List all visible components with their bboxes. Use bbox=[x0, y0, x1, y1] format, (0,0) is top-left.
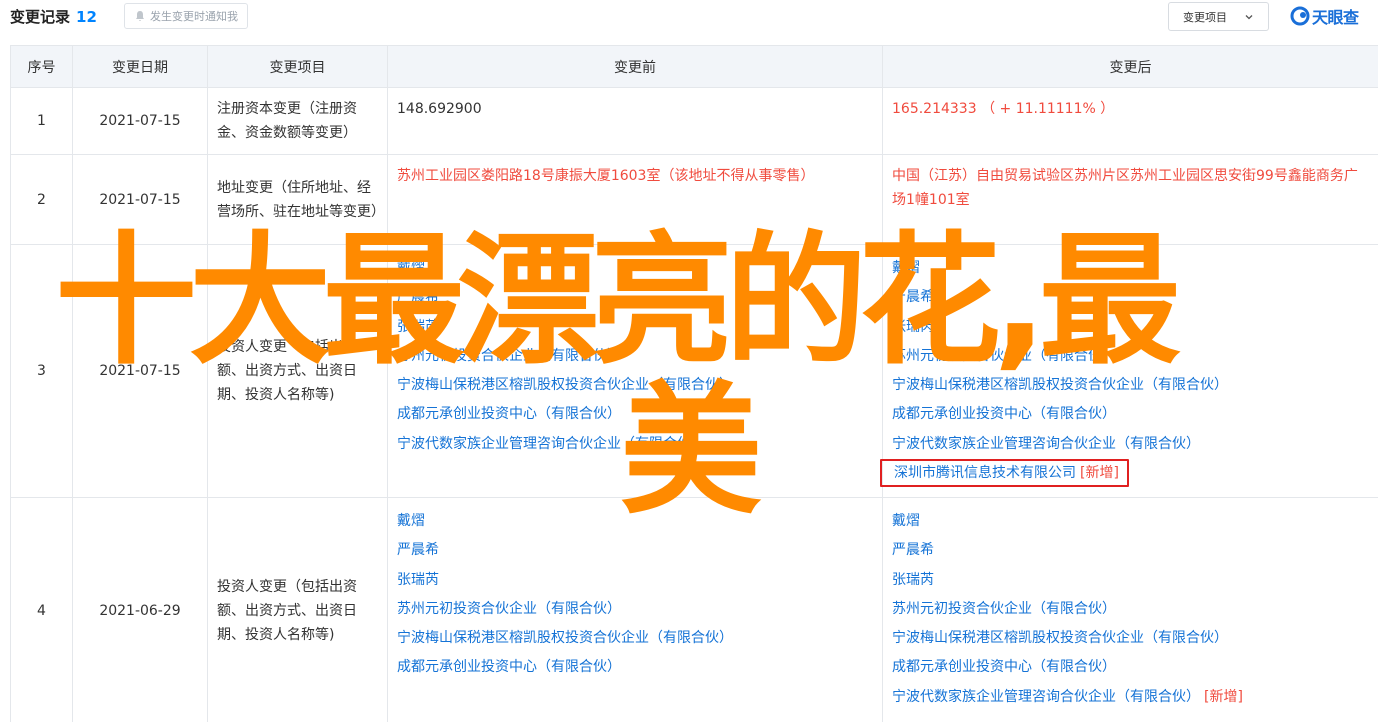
chevron-down-icon bbox=[1245, 15, 1253, 20]
investor-link[interactable]: 成都元承创业投资中心（有限合伙） bbox=[397, 653, 873, 682]
table-row: 3 2021-07-15 投资人变更（包括出资额、出资方式、出资日期、投资人名称… bbox=[10, 244, 1378, 498]
change-record-table: 序号 变更日期 变更项目 变更前 变更后 1 2021-07-15 注册资本变更… bbox=[10, 45, 1378, 722]
investor-link[interactable]: 戴熠 bbox=[397, 254, 873, 283]
investor-link[interactable]: 张瑞芮 bbox=[892, 313, 1369, 342]
record-count: 12 bbox=[76, 8, 97, 26]
row-after: 中国（江苏）自由贸易试验区苏州片区苏州工业园区思安街99号鑫能商务广场1幢101… bbox=[882, 154, 1378, 245]
bell-icon bbox=[136, 11, 144, 21]
table-row: 2 2021-07-15 地址变更（住所地址、经营场所、驻在地址等变更） 苏州工… bbox=[10, 154, 1378, 245]
investor-link[interactable]: 戴熠 bbox=[892, 507, 1369, 536]
investor-link[interactable]: 苏州元初投资合伙企业（有限合伙） bbox=[892, 595, 1369, 624]
highlight-box: 深圳市腾讯信息技术有限公司 [新增] bbox=[880, 459, 1129, 488]
investor-link[interactable]: 宁波梅山保税港区榕凯股权投资合伙企业（有限合伙） bbox=[397, 624, 873, 653]
investor-link[interactable]: 戴熠 bbox=[892, 254, 1369, 283]
row-index: 3 bbox=[10, 244, 73, 498]
investor-link[interactable]: 严晨希 bbox=[397, 283, 873, 312]
page-title-text: 变更记录 bbox=[10, 8, 71, 26]
column-header-after: 变更后 bbox=[882, 45, 1378, 88]
investor-link[interactable]: 戴熠 bbox=[397, 507, 873, 536]
select-label: 变更项目 bbox=[1183, 10, 1227, 24]
row-date: 2021-07-15 bbox=[72, 154, 208, 245]
row-before: 戴熠 严晨希 张瑞芮 苏州元初投资合伙企业（有限合伙） 宁波梅山保税港区榕凯股权… bbox=[387, 244, 883, 498]
notify-label: 发生变更时通知我 bbox=[150, 10, 238, 23]
investor-link[interactable]: 宁波代数家族企业管理咨询合伙企业（有限合伙） bbox=[892, 430, 1369, 459]
new-investor-link[interactable]: 宁波代数家族企业管理咨询合伙企业（有限合伙） bbox=[892, 689, 1200, 705]
column-header-before: 变更前 bbox=[387, 45, 883, 88]
brand-logo: 天眼查 bbox=[1290, 4, 1359, 28]
row-after: 戴熠 严晨希 张瑞芮 苏州元初投资合伙企业（有限合伙） 宁波梅山保税港区榕凯股权… bbox=[880, 244, 1378, 498]
row-item: 投资人变更（包括出资额、出资方式、出资日期、投资人名称等) bbox=[207, 244, 388, 498]
page-title: 变更记录 12 bbox=[10, 6, 97, 27]
investor-link[interactable]: 严晨希 bbox=[892, 283, 1369, 312]
investor-link[interactable]: 苏州元初投资合伙企业（有限合伙） bbox=[397, 595, 873, 624]
table-header-row: 序号 变更日期 变更项目 变更前 变更后 bbox=[10, 45, 1378, 88]
column-header-date: 变更日期 bbox=[72, 45, 208, 88]
row-item: 注册资本变更（注册资金、资金数额等变更） bbox=[207, 87, 388, 155]
tianyancha-logo-icon bbox=[1290, 6, 1310, 26]
investor-link[interactable]: 苏州元初投资合伙企业（有限合伙） bbox=[892, 342, 1369, 371]
change-item-select[interactable]: 变更项目 bbox=[1168, 2, 1269, 31]
notify-on-change-button[interactable]: 发生变更时通知我 bbox=[124, 3, 248, 29]
investor-link[interactable]: 张瑞芮 bbox=[397, 313, 873, 342]
row-item: 地址变更（住所地址、经营场所、驻在地址等变更） bbox=[207, 154, 388, 245]
header-bar: 变更记录 12 发生变更时通知我 变更项目 天眼查 bbox=[0, 0, 1378, 34]
investor-link[interactable]: 苏州元初投资合伙企业（有限合伙） bbox=[397, 342, 873, 371]
investor-link[interactable]: 宁波代数家族企业管理咨询合伙企业（有限合伙） bbox=[397, 430, 873, 459]
row-index: 1 bbox=[10, 87, 73, 155]
investor-link[interactable]: 张瑞芮 bbox=[397, 566, 873, 595]
investor-link[interactable]: 宁波梅山保税港区榕凯股权投资合伙企业（有限合伙） bbox=[397, 371, 873, 400]
brand-name: 天眼查 bbox=[1312, 8, 1359, 27]
row-date: 2021-06-29 bbox=[72, 497, 208, 722]
table-row: 4 2021-06-29 投资人变更（包括出资额、出资方式、出资日期、投资人名称… bbox=[10, 497, 1378, 722]
new-investor-link[interactable]: 深圳市腾讯信息技术有限公司 bbox=[894, 465, 1076, 481]
row-after: 戴熠 严晨希 张瑞芮 苏州元初投资合伙企业（有限合伙） 宁波梅山保税港区榕凯股权… bbox=[882, 497, 1378, 722]
new-tag: [新增] bbox=[1080, 465, 1119, 482]
row-before: 苏州工业园区娄阳路18号康振大厦1603室（该地址不得从事零售） bbox=[387, 154, 883, 245]
investor-link[interactable]: 严晨希 bbox=[397, 536, 873, 565]
investor-link-new: 宁波代数家族企业管理咨询合伙企业（有限合伙） [新增] bbox=[892, 683, 1369, 712]
column-header-item: 变更项目 bbox=[207, 45, 388, 88]
row-index: 2 bbox=[10, 154, 73, 245]
new-investor-highlight: 深圳市腾讯信息技术有限公司 [新增] bbox=[880, 459, 1369, 488]
row-date: 2021-07-15 bbox=[72, 87, 208, 155]
row-item: 投资人变更（包括出资额、出资方式、出资日期、投资人名称等) bbox=[207, 497, 388, 722]
new-tag: [新增] bbox=[1204, 688, 1243, 705]
investor-link[interactable]: 成都元承创业投资中心（有限合伙） bbox=[397, 400, 873, 429]
row-after: 165.214333 （ + 11.11111% ） bbox=[882, 87, 1378, 155]
investor-link[interactable]: 成都元承创业投资中心（有限合伙） bbox=[892, 653, 1369, 682]
column-header-index: 序号 bbox=[10, 45, 73, 88]
investor-link[interactable]: 成都元承创业投资中心（有限合伙） bbox=[892, 400, 1369, 429]
row-date: 2021-07-15 bbox=[72, 244, 208, 498]
row-index: 4 bbox=[10, 497, 73, 722]
investor-link[interactable]: 宁波梅山保税港区榕凯股权投资合伙企业（有限合伙） bbox=[892, 371, 1369, 400]
investor-link[interactable]: 张瑞芮 bbox=[892, 566, 1369, 595]
row-before: 戴熠 严晨希 张瑞芮 苏州元初投资合伙企业（有限合伙） 宁波梅山保税港区榕凯股权… bbox=[387, 497, 883, 722]
investor-link[interactable]: 宁波梅山保税港区榕凯股权投资合伙企业（有限合伙） bbox=[892, 624, 1369, 653]
investor-link[interactable]: 严晨希 bbox=[892, 536, 1369, 565]
table-row: 1 2021-07-15 注册资本变更（注册资金、资金数额等变更） 148.69… bbox=[10, 87, 1378, 155]
row-before: 148.692900 bbox=[387, 87, 883, 155]
